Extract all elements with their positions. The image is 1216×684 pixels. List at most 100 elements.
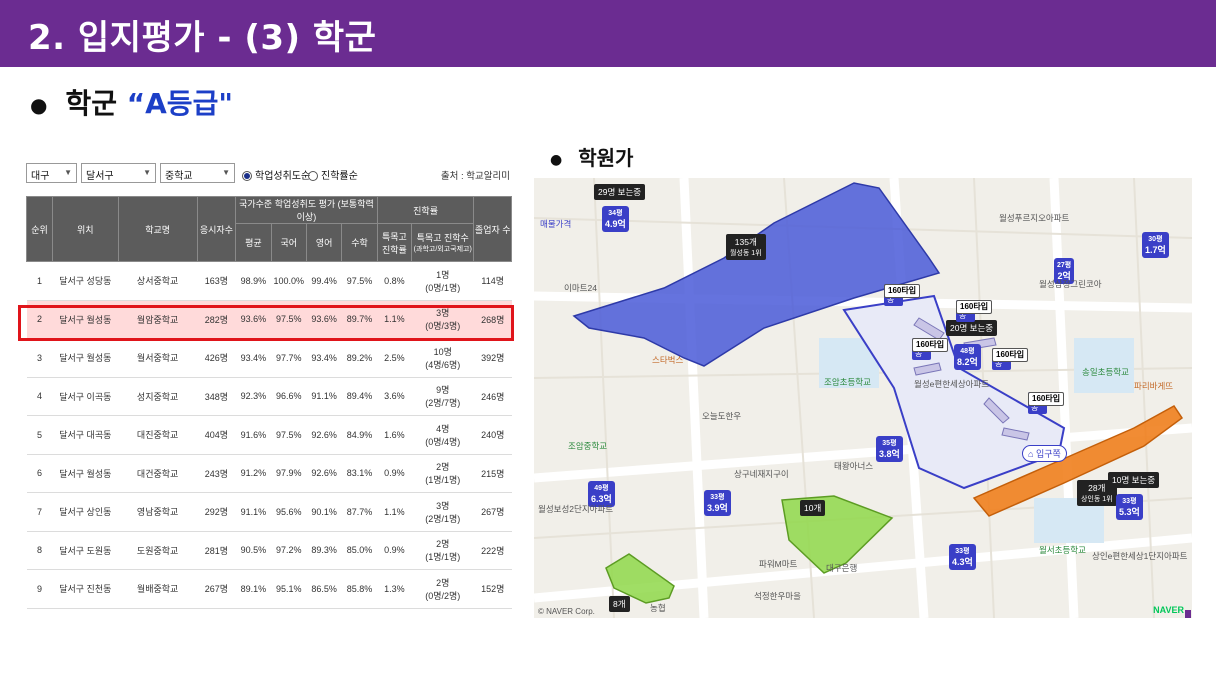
cell-avg: 92.3%	[235, 377, 272, 416]
cell-korean: 95.1%	[271, 569, 307, 609]
cell-english: 92.6%	[306, 415, 342, 455]
price-pin[interactable]: 33평 3.9억	[704, 490, 731, 516]
header-english: 영어	[305, 223, 343, 262]
header-location: 위치	[52, 196, 119, 262]
cell-location: 달서구 월성동	[52, 454, 119, 493]
pin-size: 30평	[1148, 236, 1163, 243]
apt-label: 월성e편한세상아파트	[914, 379, 990, 389]
cell-location: 달서구 성당동	[52, 261, 119, 301]
table-row[interactable]: 6 달서구 월성동 대건중학교 243명 91.2% 97.9% 92.6% 8…	[26, 454, 512, 493]
table-row[interactable]: 9 달서구 진천동 월배중학교 267명 89.1% 95.1% 86.5% 8…	[26, 569, 512, 609]
cell-school: 월서중학교	[118, 338, 198, 378]
place-label: 파리바게뜨	[1134, 381, 1174, 391]
cell-graduates: 267명	[473, 492, 512, 532]
zone-count-tag[interactable]: 135개월성동 1위	[726, 234, 766, 260]
cell-special-count: 2명 (0명/2명)	[411, 569, 474, 609]
cell-special-rate: 2.5%	[377, 338, 412, 378]
price-pin[interactable]: 34평 4.9억	[602, 206, 629, 232]
place-label: 태왕아너스	[834, 461, 874, 471]
price-pin[interactable]: 33평 4.3억	[949, 544, 976, 570]
school-ranking-panel: 대구 ▼ 달서구 ▼ 중학교 ▼ 학업성취도순 진학률순 출처 : 학교알리미 순위 …	[25, 160, 512, 609]
radio-selected-icon	[242, 171, 252, 181]
cell-special-count: 9명 (2명/7명)	[411, 377, 474, 416]
region-select[interactable]: 대구 ▼	[26, 163, 77, 183]
cell-korean: 97.9%	[271, 454, 307, 493]
zone-count: 135개	[734, 237, 757, 247]
price-pin[interactable]: 33평 5.3억	[1116, 494, 1143, 520]
price-pin[interactable]: 48평 8.2억	[954, 344, 981, 370]
header-math: 수학	[341, 223, 378, 262]
zone-rank: 월성동 1위	[730, 250, 762, 257]
place-label: 이마트24	[564, 283, 597, 293]
cell-special-count: 1명 (0명/1명)	[411, 261, 474, 301]
radio-advance[interactable]: 진학률순	[308, 167, 358, 182]
cell-count-sub: (4명/6명)	[425, 359, 461, 370]
header-takers: 응시자수	[196, 196, 237, 262]
header-school: 학교명	[117, 196, 198, 262]
cell-english: 99.4%	[306, 261, 342, 301]
radio-achievement[interactable]: 학업성취도순	[242, 167, 310, 182]
dong-type: 160타입	[992, 348, 1029, 362]
cell-rank: 6	[26, 454, 53, 493]
cell-takers: 267명	[197, 569, 236, 609]
cell-graduates: 215명	[473, 454, 512, 493]
main-bullet-prefix: 학군	[65, 87, 117, 120]
cell-avg: 91.2%	[235, 454, 272, 493]
cell-english: 91.1%	[306, 377, 342, 416]
cell-location: 달서구 이곡동	[52, 377, 119, 416]
pin-price: 4.9억	[605, 219, 626, 229]
header-special-rate: 특목고 진학률	[376, 223, 413, 262]
table-row[interactable]: 4 달서구 이곡동 성지중학교 348명 92.3% 96.6% 91.1% 8…	[26, 377, 512, 416]
cell-special-count: 4명 (0명/4명)	[411, 415, 474, 455]
real-estate-label[interactable]: 매물가격	[540, 218, 571, 230]
place-label: 석정한우마을	[754, 591, 801, 601]
dong-type: 160타입	[884, 284, 921, 298]
cell-takers: 163명	[197, 261, 236, 301]
table-row[interactable]: 8 달서구 도원동 도원중학교 281명 90.5% 97.2% 89.3% 8…	[26, 531, 512, 570]
pin-price: 8.2억	[957, 357, 978, 367]
cell-special-rate: 0.9%	[377, 454, 412, 493]
apt-label: 상인e편한세상1단지아파트	[1092, 551, 1188, 561]
cell-special-rate: 0.8%	[377, 261, 412, 301]
place-label: 상구네재지구이	[734, 469, 789, 479]
chevron-down-icon: ▼	[64, 168, 72, 177]
cell-special-count: 2명 (1명/1명)	[411, 454, 474, 493]
table-row[interactable]: 3 달서구 월성동 월서중학교 426명 93.4% 97.7% 93.4% 8…	[26, 338, 512, 378]
school-type-select[interactable]: 중학교 ▼	[160, 163, 235, 183]
price-pin[interactable]: 35평 3.8억	[876, 436, 903, 462]
cell-korean: 96.6%	[271, 377, 307, 416]
zone-count-tag[interactable]: 8개	[609, 596, 630, 612]
pin-size: 49평	[594, 485, 609, 492]
cell-rank: 5	[26, 415, 53, 455]
cell-school: 영남중학교	[118, 492, 198, 532]
cell-graduates: 152명	[473, 569, 512, 609]
table-row[interactable]: 1 달서구 성당동 상서중학교 163명 98.9% 100.0% 99.4% …	[26, 261, 512, 301]
apt-label: 월성삼정그린코아	[1039, 279, 1102, 289]
district-select[interactable]: 달서구 ▼	[81, 163, 156, 183]
place-label: 농협	[650, 603, 666, 613]
academy-map[interactable]: 29명 보는중 135개 월성동 1위 10개 8개 28개 상인동 1위 10명 …	[534, 178, 1192, 618]
cell-rank: 7	[26, 492, 53, 532]
dong-type: 160타입	[956, 300, 993, 314]
watch-tag: 20명 보는중	[946, 320, 998, 336]
main-bullet: ● 학군 “A등급"	[30, 82, 233, 122]
cell-count-main: 3명	[436, 500, 450, 511]
cell-count-main: 10명	[433, 346, 452, 357]
cell-korean: 97.7%	[271, 338, 307, 378]
cell-special-rate: 1.3%	[377, 569, 412, 609]
cell-location: 달서구 진천동	[52, 569, 119, 609]
table-row[interactable]: 5 달서구 대곡동 대진중학교 404명 91.6% 97.5% 92.6% 8…	[26, 415, 512, 455]
pin-size: 33평	[1122, 498, 1137, 505]
cell-special-rate: 3.6%	[377, 377, 412, 416]
price-pin[interactable]: 30평 1.7억	[1142, 232, 1169, 258]
radio-label: 진학률순	[321, 171, 358, 182]
cell-korean: 100.0%	[271, 261, 307, 301]
entrance-label: ⌂ 입구쪽	[1022, 445, 1067, 462]
pin-size: 33평	[955, 548, 970, 555]
cell-location: 달서구 월성동	[52, 338, 119, 378]
cell-graduates: 392명	[473, 338, 512, 378]
cell-takers: 404명	[197, 415, 236, 455]
zone-count-tag[interactable]: 10개	[800, 500, 826, 516]
cell-special-rate: 0.9%	[377, 531, 412, 570]
table-row[interactable]: 7 달서구 상인동 영남중학교 292명 91.1% 95.6% 90.1% 8…	[26, 492, 512, 532]
